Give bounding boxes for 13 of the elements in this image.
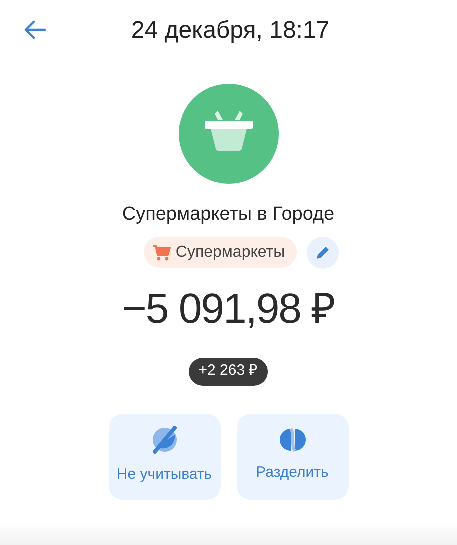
- cart-icon: [152, 244, 172, 262]
- cashback-badge: +2 263 ₽: [188, 358, 268, 386]
- split-button[interactable]: Разделить: [236, 414, 348, 500]
- back-icon[interactable]: [24, 20, 46, 40]
- ignore-button[interactable]: Не учитывать: [108, 414, 220, 500]
- crossed-circle-icon: [150, 426, 178, 454]
- pencil-icon: [315, 244, 332, 260]
- merchant-name: Супермаркеты в Городе: [122, 203, 335, 227]
- category-chip[interactable]: Супермаркеты: [144, 237, 298, 268]
- screen-title: 24 декабря, 18:17: [130, 16, 330, 46]
- split-circle-icon: [278, 428, 308, 452]
- edit-button[interactable]: [307, 236, 340, 268]
- amount: −5 091,98 ₽: [122, 284, 335, 334]
